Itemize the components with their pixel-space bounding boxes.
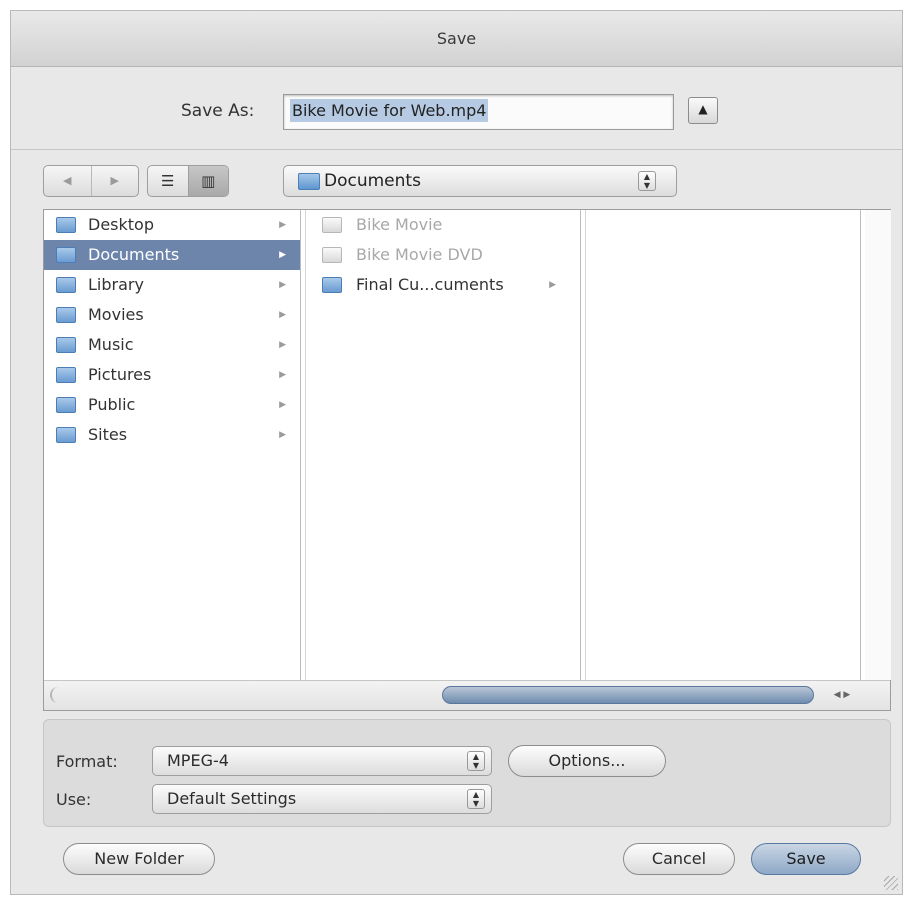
sidebar-item-sites[interactable]: Sites ▶ [44,420,300,450]
browser-column-2: Bike Movie Bike Movie DVD Final Cu...cum… [305,210,581,680]
list-item[interactable]: Bike Movie DVD [306,240,580,270]
new-folder-button[interactable]: New Folder [63,843,215,875]
save-as-field[interactable]: Bike Movie for Web.mp4 [283,94,674,130]
format-value: MPEG-4 [167,751,229,770]
horizontal-scrollbar[interactable]: ◀ ▶ [44,680,890,710]
format-popup[interactable]: MPEG-4 ▲ ▼ [152,746,492,776]
item-label: Bike Movie DVD [356,245,483,264]
sidebar-item-desktop[interactable]: Desktop ▶ [44,210,300,240]
popup-arrows-icon: ▲ ▼ [467,789,485,809]
folder-icon [322,277,342,293]
item-label: Library [88,275,144,294]
sites-folder-icon [56,427,76,443]
cancel-button[interactable]: Cancel [623,843,735,875]
browser-column-3 [585,210,861,680]
sidebar-item-pictures[interactable]: Pictures ▶ [44,360,300,390]
sidebar-item-documents[interactable]: Documents ▶ [44,240,300,270]
options-button[interactable]: Options... [508,745,666,777]
desktop-folder-icon [56,217,76,233]
item-label: Bike Movie [356,215,443,234]
disclosure-arrow-icon: ▶ [279,250,286,260]
save-as-row: Save As: Bike Movie for Web.mp4 ▲ [11,67,902,147]
sidebar-item-public[interactable]: Public ▶ [44,390,300,420]
list-item[interactable]: Bike Movie [306,210,580,240]
item-label: Public [88,395,136,414]
item-label: Desktop [88,215,154,234]
disclosure-arrow-icon: ▶ [279,340,286,350]
scroll-arrows-icon[interactable]: ◀ ▶ [820,686,864,704]
use-value: Default Settings [167,789,297,808]
library-folder-icon [56,277,76,293]
disclosure-arrow-icon: ▶ [279,370,286,380]
sidebar-item-music[interactable]: Music ▶ [44,330,300,360]
list-item[interactable]: Final Cu...cuments ▶ [306,270,580,300]
save-button[interactable]: Save [751,843,861,875]
back-arrow-icon[interactable]: ◀ [44,166,91,196]
divider [11,149,902,150]
public-folder-icon [56,397,76,413]
disclosure-arrow-icon: ▶ [279,220,286,230]
item-label: Pictures [88,365,152,384]
music-folder-icon [56,337,76,353]
item-label: Music [88,335,134,354]
browser-column-1: Desktop ▶ Documents ▶ Library ▶ Movies ▶… [44,210,301,680]
document-icon [322,247,342,263]
back-forward-control: ◀ ▶ [43,165,139,197]
forward-arrow-icon[interactable]: ▶ [90,166,139,196]
list-view-icon[interactable]: ☰ [148,166,188,196]
file-browser: Desktop ▶ Documents ▶ Library ▶ Movies ▶… [43,209,891,711]
browser-column-4 [865,210,891,680]
save-as-label: Save As: [181,101,255,121]
item-label: Sites [88,425,128,444]
sidebar-item-movies[interactable]: Movies ▶ [44,300,300,330]
movies-folder-icon [56,307,76,323]
disclosure-arrow-icon: ▶ [279,310,286,320]
use-popup[interactable]: Default Settings ▲ ▼ [152,784,492,814]
sidebar-item-library[interactable]: Library ▶ [44,270,300,300]
view-mode-control: ☰ ▥ [147,165,229,197]
disclosure-arrow-icon: ▶ [549,280,556,290]
disclosure-arrow-icon: ▶ [279,280,286,290]
column-view-icon[interactable]: ▥ [187,166,228,196]
window-title: Save [11,11,902,67]
save-dialog: Save Save As: Bike Movie for Web.mp4 ▲ ◀… [10,10,903,895]
documents-folder-icon [298,173,320,190]
disclosure-arrow-icon: ▶ [279,400,286,410]
triangle-up-icon: ▲ [698,102,708,116]
format-options-panel: Format: MPEG-4 ▲ ▼ Options... Use: Defaul… [43,719,891,827]
item-label: Documents [88,245,180,264]
expand-dialog-button[interactable]: ▲ [688,97,718,124]
location-popup[interactable]: Documents ▲ ▼ [283,165,677,197]
popup-arrows-icon: ▲ ▼ [467,751,485,771]
use-label: Use: [56,790,92,809]
item-label: Final Cu...cuments [356,275,504,294]
scroll-track-end [50,687,64,703]
document-icon [322,217,342,233]
format-label: Format: [56,752,118,771]
disclosure-arrow-icon: ▶ [279,430,286,440]
resize-grip-icon[interactable] [884,876,898,890]
item-label: Movies [88,305,144,324]
pictures-folder-icon [56,367,76,383]
location-label: Documents [324,171,421,191]
popup-arrows-icon: ▲ ▼ [638,171,656,191]
save-as-value: Bike Movie for Web.mp4 [290,99,489,122]
documents-folder-icon [56,247,76,263]
scroll-thumb[interactable] [442,686,814,704]
